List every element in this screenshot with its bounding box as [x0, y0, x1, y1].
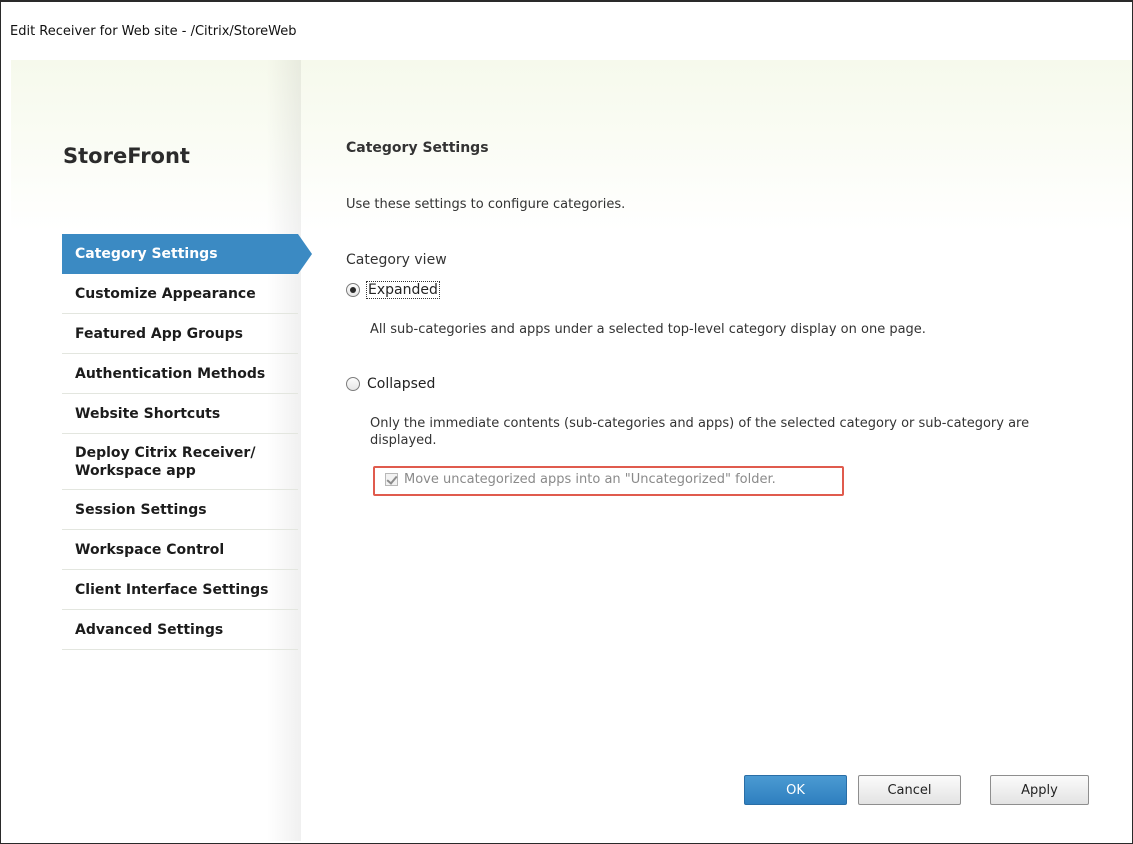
sidebar-item-label: Deploy Citrix Receiver/ Workspace app — [75, 444, 256, 479]
dialog-body: StoreFront Category Settings Customize A… — [11, 60, 1132, 841]
uncategorized-checkbox-label: Move uncategorized apps into an "Uncateg… — [404, 472, 776, 487]
uncategorized-checkbox — [385, 473, 398, 486]
collapsed-radio-row[interactable]: Collapsed — [346, 376, 436, 392]
expanded-radio[interactable] — [346, 283, 360, 297]
apply-button[interactable]: Apply — [990, 775, 1089, 805]
active-arrow — [298, 234, 312, 274]
page-description: Use these settings to configure categori… — [346, 197, 626, 212]
expanded-radio-row[interactable]: Expanded — [346, 281, 440, 299]
category-view-label: Category view — [346, 252, 447, 268]
ok-button[interactable]: OK — [744, 775, 847, 805]
sidebar-item-customize-appearance[interactable]: Customize Appearance — [62, 274, 298, 314]
sidebar-item-label: Customize Appearance — [75, 285, 256, 302]
cancel-button[interactable]: Cancel — [858, 775, 961, 805]
sidebar-item-label: Featured App Groups — [75, 325, 243, 342]
page-title: Category Settings — [346, 140, 489, 156]
sidebar-item-label: Client Interface Settings — [75, 581, 269, 598]
sidebar-item-client-interface-settings[interactable]: Client Interface Settings — [62, 570, 298, 610]
sidebar-item-website-shortcuts[interactable]: Website Shortcuts — [62, 394, 298, 434]
brand-title: StoreFront — [63, 144, 190, 168]
uncategorized-checkbox-row: Move uncategorized apps into an "Uncateg… — [385, 472, 776, 487]
sidebar-item-label: Authentication Methods — [75, 365, 266, 382]
dialog-window: Edit Receiver for Web site - /Citrix/Sto… — [0, 0, 1133, 844]
sidebar-item-workspace-control[interactable]: Workspace Control — [62, 530, 298, 570]
collapsed-radio-label[interactable]: Collapsed — [366, 376, 436, 392]
window-title: Edit Receiver for Web site - /Citrix/Sto… — [10, 24, 297, 39]
collapsed-description: Only the immediate contents (sub-categor… — [370, 416, 1030, 448]
sidebar-item-label: Category Settings — [75, 245, 218, 262]
sidebar-item-category-settings[interactable]: Category Settings — [62, 234, 312, 274]
sidebar-item-deploy-citrix-receiver[interactable]: Deploy Citrix Receiver/ Workspace app — [62, 434, 298, 490]
title-bar: Edit Receiver for Web site - /Citrix/Sto… — [1, 2, 1132, 60]
sidebar-item-label: Website Shortcuts — [75, 405, 221, 422]
sidebar-item-advanced-settings[interactable]: Advanced Settings — [62, 610, 298, 650]
sidebar-item-label: Advanced Settings — [75, 621, 224, 638]
sidebar-item-authentication-methods[interactable]: Authentication Methods — [62, 354, 298, 394]
collapsed-radio[interactable] — [346, 377, 360, 391]
sidebar-item-featured-app-groups[interactable]: Featured App Groups — [62, 314, 298, 354]
sidebar-nav: Category Settings Customize Appearance F… — [62, 234, 312, 650]
expanded-description: All sub-categories and apps under a sele… — [370, 322, 926, 337]
sidebar-item-label: Session Settings — [75, 501, 207, 518]
sidebar-item-session-settings[interactable]: Session Settings — [62, 490, 298, 530]
expanded-radio-label[interactable]: Expanded — [366, 281, 440, 299]
sidebar-item-label: Workspace Control — [75, 541, 225, 558]
